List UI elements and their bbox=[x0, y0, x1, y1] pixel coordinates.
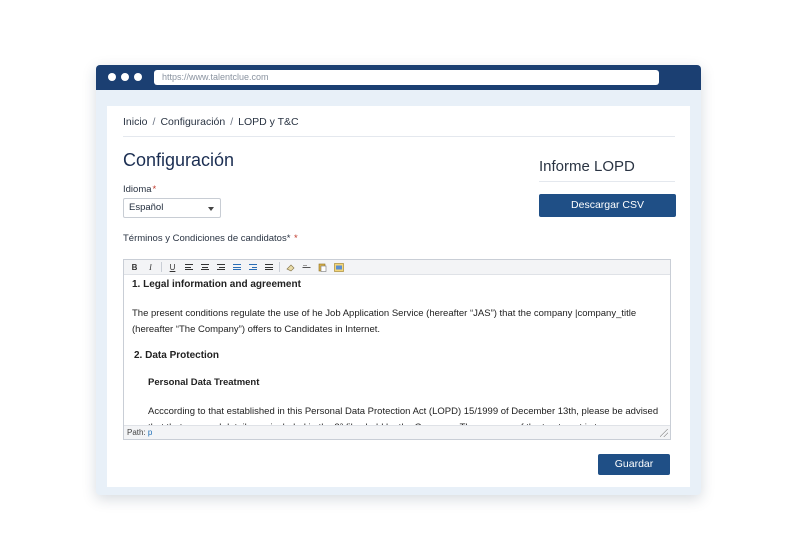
align-left-icon[interactable] bbox=[181, 261, 196, 273]
browser-titlebar: https://www.talentclue.com bbox=[96, 65, 701, 90]
page-title: Configuración bbox=[123, 150, 235, 170]
terms-heading-3: Personal Data Treatment bbox=[148, 377, 260, 388]
bullet-list-icon[interactable] bbox=[261, 261, 276, 273]
justify-icon[interactable] bbox=[229, 261, 244, 273]
window-controls bbox=[108, 73, 142, 81]
required-mark: * bbox=[294, 233, 298, 244]
divider bbox=[123, 136, 675, 137]
image-icon[interactable] bbox=[331, 261, 346, 273]
toolbar-separator bbox=[161, 262, 162, 272]
breadcrumb: Inicio / Configuración / LOPD y T&C bbox=[123, 116, 299, 128]
bold-icon[interactable]: B bbox=[127, 261, 142, 273]
editor-toolbar: B I U bbox=[124, 260, 670, 275]
browser-window: https://www.talentclue.com Inicio / Config… bbox=[96, 65, 701, 495]
window-dot-icon[interactable] bbox=[121, 73, 129, 81]
resize-handle-icon[interactable] bbox=[660, 429, 668, 437]
rich-text-editor[interactable]: B I U 1. Legal information and agreement… bbox=[123, 259, 671, 440]
breadcrumb-inicio[interactable]: Inicio bbox=[123, 116, 148, 128]
terms-paragraph-1: The present conditions regulate the use … bbox=[132, 308, 637, 335]
italic-icon[interactable]: I bbox=[143, 261, 158, 273]
path-value[interactable]: p bbox=[148, 428, 152, 437]
eraser-icon[interactable] bbox=[283, 261, 298, 273]
idioma-label: Idioma* bbox=[123, 184, 156, 195]
horizontal-rule-icon[interactable] bbox=[299, 261, 314, 273]
required-mark: * bbox=[152, 184, 157, 195]
breadcrumb-separator: / bbox=[152, 116, 156, 128]
terms-label: Términos y Condiciones de candidatos* * bbox=[123, 233, 298, 244]
editor-content[interactable]: 1. Legal information and agreement The p… bbox=[124, 275, 670, 425]
informe-title: Informe LOPD bbox=[539, 158, 635, 175]
align-center-icon[interactable] bbox=[197, 261, 212, 273]
idioma-select[interactable]: Español bbox=[123, 198, 221, 218]
breadcrumb-separator: / bbox=[230, 116, 234, 128]
terms-paragraph-2: Acccording to that established in this P… bbox=[148, 406, 659, 425]
path-label: Path: bbox=[127, 428, 146, 437]
address-bar[interactable]: https://www.talentclue.com bbox=[154, 70, 659, 85]
window-dot-icon[interactable] bbox=[108, 73, 116, 81]
indent-icon[interactable] bbox=[245, 261, 260, 273]
breadcrumb-lopd[interactable]: LOPD y T&C bbox=[238, 116, 299, 128]
align-right-icon[interactable] bbox=[213, 261, 228, 273]
editor-statusbar: Path: p bbox=[124, 425, 670, 439]
idioma-label-text: Idioma bbox=[123, 184, 152, 195]
underline-icon[interactable]: U bbox=[165, 261, 180, 273]
download-csv-button[interactable]: Descargar CSV bbox=[539, 194, 676, 217]
terms-heading-1: 1. Legal information and agreement bbox=[132, 279, 301, 290]
page-content: Inicio / Configuración / LOPD y T&C Configur… bbox=[107, 106, 690, 487]
terms-heading-2: 2. Data Protection bbox=[134, 350, 220, 361]
paste-icon[interactable] bbox=[315, 261, 330, 273]
breadcrumb-configuracion[interactable]: Configuración bbox=[160, 116, 225, 128]
divider bbox=[539, 181, 675, 182]
terms-label-text: Términos y Condiciones de candidatos* bbox=[123, 233, 291, 244]
idioma-selected-value: Español bbox=[129, 202, 164, 213]
save-button[interactable]: Guardar bbox=[598, 454, 670, 475]
chevron-down-icon bbox=[208, 207, 214, 211]
window-dot-icon[interactable] bbox=[134, 73, 142, 81]
toolbar-separator bbox=[279, 262, 280, 272]
